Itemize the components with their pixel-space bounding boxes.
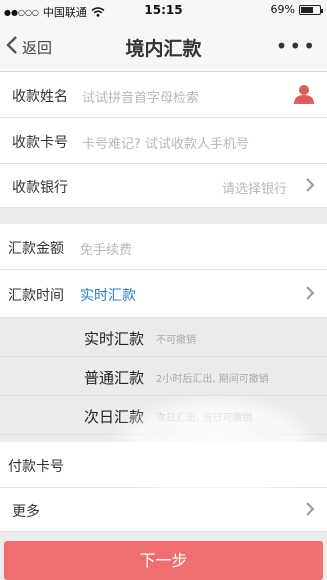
battery-icon (299, 4, 323, 15)
status-right: 69% (270, 3, 323, 16)
more-row[interactable]: 更多 (0, 488, 327, 532)
option-desc: 不可撤销 (156, 335, 196, 346)
battery-fill (301, 6, 313, 13)
contact-person-icon[interactable] (293, 84, 315, 104)
pay-card-row[interactable]: 付款卡号 (0, 442, 327, 488)
battery-percent: 69% (270, 3, 295, 16)
nav-bar: 返回 境内汇款 ••• (0, 22, 327, 72)
option-realtime[interactable]: 实时汇款 不可撤销 (0, 318, 327, 357)
payee-name-label: 收款姓名 (12, 89, 68, 105)
option-name: 次日汇款 (84, 408, 145, 426)
status-bar: ●●○○○ 中国联通 15:15 69% (0, 0, 327, 22)
chevron-right-icon (305, 177, 315, 197)
transfer-time-dropdown: 实时汇款 不可撤销 普通汇款 2小时后汇出, 期间可撤销 次日汇款 次日汇出, … (0, 318, 327, 436)
chevron-right-icon (305, 285, 315, 305)
payee-bank-label: 收款银行 (12, 180, 68, 196)
option-name: 普通汇款 (84, 369, 145, 387)
payee-name-row[interactable]: 收款姓名 试试拼音首字母检索 (0, 72, 327, 118)
amount-row[interactable]: 汇款金额 免手续费 (0, 224, 327, 270)
more-menu-button[interactable]: ••• (276, 36, 317, 56)
option-desc: 次日汇出, 当日可撤销 (156, 413, 253, 424)
next-step-button[interactable]: 下一步 (4, 541, 323, 580)
transfer-time-label: 汇款时间 (8, 288, 64, 304)
option-name: 实时汇款 (84, 330, 145, 348)
pay-card-label: 付款卡号 (8, 459, 64, 475)
amount-input[interactable]: 免手续费 (80, 239, 132, 258)
payee-bank-row[interactable]: 收款银行 请选择银行 (0, 164, 327, 208)
payee-name-input[interactable]: 试试拼音首字母检索 (82, 87, 199, 106)
payee-card-input[interactable]: 卡号难记? 试试收款人手机号 (82, 133, 249, 152)
option-normal[interactable]: 普通汇款 2小时后汇出, 期间可撤销 (0, 357, 327, 396)
payee-card-row[interactable]: 收款卡号 卡号难记? 试试收款人手机号 (0, 118, 327, 164)
chevron-right-icon (305, 501, 315, 521)
transfer-time-value[interactable]: 实时汇款 (80, 285, 136, 305)
option-next-day[interactable]: 次日汇款 次日汇出, 当日可撤销 (0, 396, 327, 435)
amount-label: 汇款金额 (8, 241, 64, 257)
option-desc: 2小时后汇出, 期间可撤销 (156, 374, 269, 385)
payee-card-label: 收款卡号 (12, 135, 68, 151)
payee-bank-select[interactable]: 请选择银行 (222, 178, 287, 197)
more-label: 更多 (12, 504, 40, 520)
transfer-time-row[interactable]: 汇款时间 实时汇款 (0, 270, 327, 318)
